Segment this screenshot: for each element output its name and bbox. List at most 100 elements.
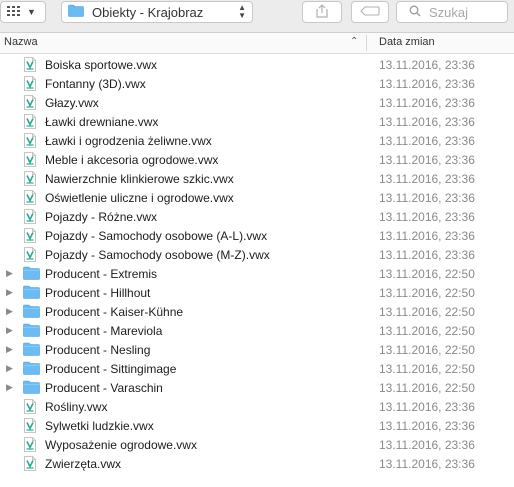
file-row[interactable]: Wyposażenie ogrodowe.vwx 13.11.2016, 23:3… — [0, 435, 514, 454]
file-row[interactable]: Pojazdy - Samochody osobowe (M-Z).vwx 13.… — [0, 245, 514, 264]
search-placeholder: Szukaj — [429, 4, 469, 20]
row-name: Oświetlenie uliczne i ogrodowe.vwx — [45, 191, 234, 205]
disclosure-triangle-icon[interactable]: ▶ — [6, 287, 13, 298]
row-date: 13.11.2016, 22:50 — [379, 305, 475, 319]
file-row[interactable]: Oświetlenie uliczne i ogrodowe.vwx 13.11.… — [0, 188, 514, 207]
file-list: Boiska sportowe.vwx 13.11.2016, 23:36 Font… — [0, 55, 514, 473]
row-name: Zwierzęta.vwx — [45, 457, 122, 471]
row-name: Producent - Varaschin — [45, 381, 163, 395]
disclosure-triangle-icon[interactable]: ▶ — [6, 306, 13, 317]
vectorworks-file-icon — [23, 152, 37, 167]
vectorworks-file-icon — [23, 437, 37, 452]
vectorworks-file-icon — [23, 171, 37, 186]
folder-icon — [23, 361, 40, 376]
vectorworks-file-icon — [23, 228, 37, 243]
folder-row[interactable]: ▶ Producent - Hillhout 13.11.2016, 22:50 — [0, 283, 514, 302]
toolbar: ▼ Obiekty - Krajobraz ▲ ▼ Szukaj — [0, 0, 514, 33]
row-date: 13.11.2016, 23:36 — [379, 58, 475, 72]
column-date-header[interactable]: Data zmian — [379, 36, 435, 48]
folder-icon — [23, 342, 40, 357]
folder-row[interactable]: ▶ Producent - Kaiser-Kühne 13.11.2016, 22:… — [0, 302, 514, 321]
row-name: Nawierzchnie klinkierowe szkic.vwx — [45, 172, 234, 186]
share-button[interactable] — [302, 1, 342, 23]
vectorworks-file-icon — [23, 399, 37, 414]
search-field[interactable]: Szukaj — [396, 1, 508, 23]
chevron-down-icon: ▼ — [27, 7, 36, 17]
row-name: Producent - Nesling — [45, 343, 151, 357]
file-row[interactable]: Fontanny (3D).vwx 13.11.2016, 23:36 — [0, 74, 514, 93]
row-date: 13.11.2016, 22:50 — [379, 267, 475, 281]
row-name: Meble i akcesoria ogrodowe.vwx — [45, 153, 219, 167]
row-date: 13.11.2016, 23:36 — [379, 248, 475, 262]
row-date: 13.11.2016, 23:36 — [379, 400, 475, 414]
sort-ascending-icon: ⌃ — [350, 36, 359, 47]
folder-row[interactable]: ▶ Producent - Nesling 13.11.2016, 22:50 — [0, 340, 514, 359]
row-date: 13.11.2016, 23:36 — [379, 134, 475, 148]
folder-icon — [68, 4, 84, 20]
file-row[interactable]: Ławki drewniane.vwx 13.11.2016, 23:36 — [0, 112, 514, 131]
row-name: Pojazdy - Samochody osobowe (A-L).vwx — [45, 229, 268, 243]
vectorworks-file-icon — [23, 456, 37, 471]
vectorworks-file-icon — [23, 209, 37, 224]
folder-icon — [23, 304, 40, 319]
tag-button[interactable] — [351, 1, 389, 23]
row-name: Głazy.vwx — [45, 96, 99, 110]
folder-row[interactable]: ▶ Producent - Mareviola 13.11.2016, 22:50 — [0, 321, 514, 340]
row-date: 13.11.2016, 23:36 — [379, 229, 475, 243]
disclosure-triangle-icon[interactable]: ▶ — [6, 363, 13, 374]
file-row[interactable]: Głazy.vwx 13.11.2016, 23:36 — [0, 93, 514, 112]
folder-row[interactable]: ▶ Producent - Extremis 13.11.2016, 22:50 — [0, 264, 514, 283]
tag-icon — [360, 5, 380, 19]
row-date: 13.11.2016, 23:36 — [379, 115, 475, 129]
column-header: Nazwa ⌃ Data zmian — [0, 33, 514, 54]
row-name: Ławki i ogrodzenia żeliwne.vwx — [45, 134, 212, 148]
file-row[interactable]: Zwierzęta.vwx 13.11.2016, 23:36 — [0, 454, 514, 473]
vectorworks-file-icon — [23, 247, 37, 262]
file-row[interactable]: Ławki i ogrodzenia żeliwne.vwx 13.11.2016… — [0, 131, 514, 150]
disclosure-triangle-icon[interactable]: ▶ — [6, 325, 13, 336]
vectorworks-file-icon — [23, 114, 37, 129]
row-name: Rośliny.vwx — [45, 400, 108, 414]
folder-row[interactable]: ▶ Producent - Sittingimage 13.11.2016, 22:… — [0, 359, 514, 378]
file-row[interactable]: Nawierzchnie klinkierowe szkic.vwx 13.11.… — [0, 169, 514, 188]
row-name: Ławki drewniane.vwx — [45, 115, 159, 129]
row-name: Producent - Mareviola — [45, 324, 163, 338]
row-date: 13.11.2016, 22:50 — [379, 286, 475, 300]
row-date: 13.11.2016, 23:36 — [379, 191, 475, 205]
column-divider[interactable] — [366, 35, 367, 51]
disclosure-triangle-icon[interactable]: ▶ — [6, 382, 13, 393]
row-name: Sylwetki ludzkie.vwx — [45, 419, 154, 433]
row-date: 13.11.2016, 23:36 — [379, 419, 475, 433]
vectorworks-file-icon — [23, 133, 37, 148]
vectorworks-file-icon — [23, 418, 37, 433]
row-date: 13.11.2016, 23:36 — [379, 457, 475, 471]
row-date: 13.11.2016, 23:36 — [379, 172, 475, 186]
folder-icon — [23, 323, 40, 338]
file-row[interactable]: Rośliny.vwx 13.11.2016, 23:36 — [0, 397, 514, 416]
search-icon — [409, 5, 421, 20]
file-row[interactable]: Pojazdy - Różne.vwx 13.11.2016, 23:36 — [0, 207, 514, 226]
folder-row[interactable]: ▶ Producent - Varaschin 13.11.2016, 22:50 — [0, 378, 514, 397]
view-options-button[interactable]: ▼ — [0, 1, 46, 23]
disclosure-triangle-icon[interactable]: ▶ — [6, 344, 13, 355]
path-label: Obiekty - Krajobraz — [92, 4, 204, 20]
folder-icon — [23, 285, 40, 300]
grid-icon — [7, 5, 21, 19]
path-popup[interactable]: Obiekty - Krajobraz ▲ ▼ — [61, 1, 253, 23]
folder-icon — [23, 266, 40, 281]
updown-chevron-icon: ▲ ▼ — [238, 3, 246, 20]
row-name: Fontanny (3D).vwx — [45, 77, 146, 91]
row-name: Boiska sportowe.vwx — [45, 58, 158, 72]
share-icon — [316, 3, 328, 21]
row-date: 13.11.2016, 22:50 — [379, 343, 475, 357]
file-row[interactable]: Pojazdy - Samochody osobowe (A-L).vwx 13.… — [0, 226, 514, 245]
column-name-header[interactable]: Nazwa — [4, 36, 38, 48]
row-name: Pojazdy - Różne.vwx — [45, 210, 158, 224]
folder-icon — [23, 380, 40, 395]
disclosure-triangle-icon[interactable]: ▶ — [6, 268, 13, 279]
file-row[interactable]: Meble i akcesoria ogrodowe.vwx 13.11.2016… — [0, 150, 514, 169]
file-row[interactable]: Boiska sportowe.vwx 13.11.2016, 23:36 — [0, 55, 514, 74]
row-name: Producent - Hillhout — [45, 286, 151, 300]
row-date: 13.11.2016, 22:50 — [379, 381, 475, 395]
file-row[interactable]: Sylwetki ludzkie.vwx 13.11.2016, 23:36 — [0, 416, 514, 435]
